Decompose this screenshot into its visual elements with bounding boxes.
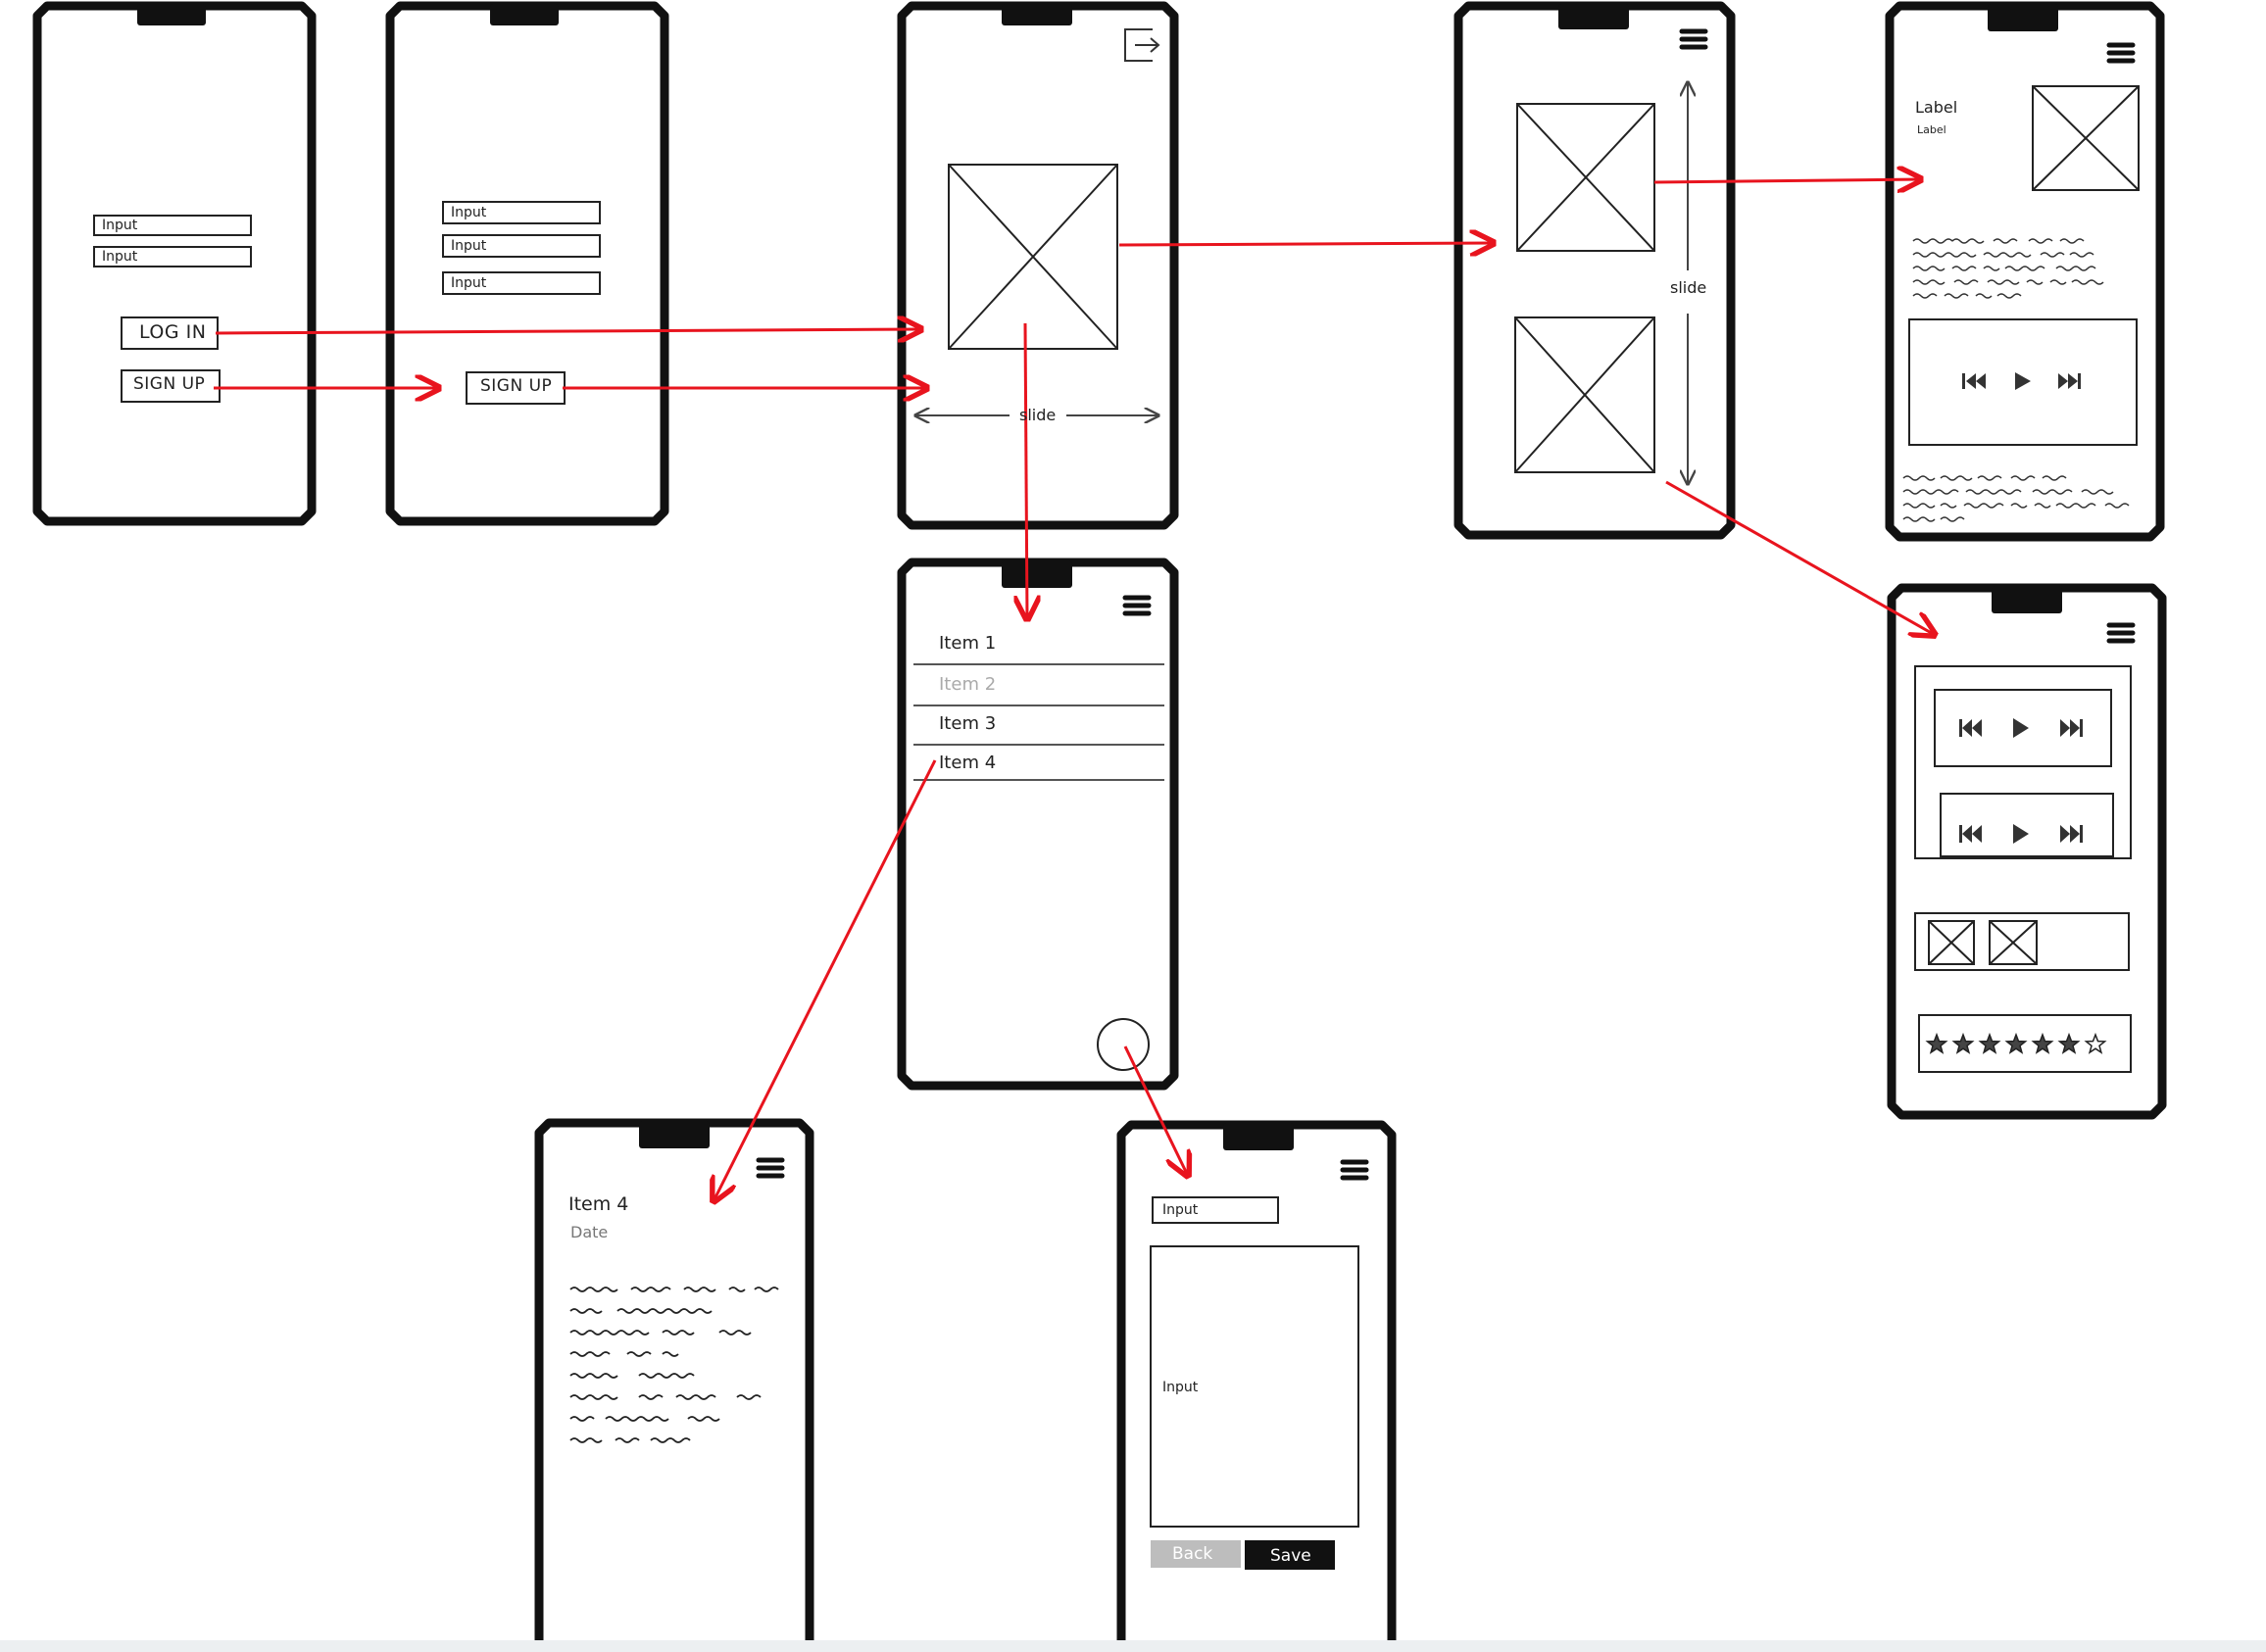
detail-label-sub: Label (1917, 123, 1946, 136)
login-button-label[interactable]: LOG IN (139, 321, 206, 343)
phone-home (897, 1, 1179, 530)
phone-login (32, 1, 317, 526)
back-button[interactable]: Back (1172, 1544, 1212, 1564)
flow-home-to-list (1025, 322, 1027, 619)
hamburger-icon (2106, 622, 2136, 644)
notch (137, 4, 206, 25)
notch (1002, 560, 1072, 588)
list-item-1[interactable]: Item 1 (939, 633, 996, 654)
notch (1988, 4, 2058, 31)
notch (490, 4, 559, 25)
flow-home-to-gallery (1118, 243, 1494, 245)
notch (1558, 4, 1629, 29)
signup-submit-label[interactable]: SIGN UP (480, 376, 552, 396)
hamburger-icon (1122, 595, 1152, 616)
save-button[interactable]: Save (1270, 1546, 1311, 1566)
notch (639, 1121, 710, 1148)
signup-button-label[interactable]: SIGN UP (133, 374, 205, 394)
signup-input-3-label[interactable]: Input (451, 275, 486, 291)
list-item-3[interactable]: Item 3 (939, 713, 996, 734)
notch (1223, 1123, 1294, 1150)
hamburger-icon (756, 1157, 785, 1179)
wireframe-canvas (32, 1, 2167, 1652)
detail-label-title: Label (1915, 98, 1958, 117)
signup-input-2-label[interactable]: Input (451, 238, 486, 254)
home-slide-label: slide (1019, 406, 1057, 424)
gallery-slide-label: slide (1670, 278, 1707, 297)
hamburger-icon (2106, 42, 2136, 64)
notch (1992, 586, 2062, 613)
list-item-2[interactable]: Item 2 (939, 674, 996, 695)
flow-login-to-home (215, 329, 921, 333)
notch (1002, 4, 1072, 25)
item-detail-date: Date (570, 1223, 609, 1241)
list-item-4[interactable]: Item 4 (939, 753, 996, 773)
edit-body-input-label[interactable]: Input (1162, 1380, 1198, 1395)
item-detail-title: Item 4 (568, 1193, 629, 1215)
window-bottom-edge (0, 1640, 2266, 1652)
hamburger-icon (1679, 28, 1708, 50)
login-input-1-label[interactable]: Input (102, 218, 137, 233)
signup-input-1-label[interactable]: Input (451, 205, 486, 220)
phone-signup (385, 1, 669, 526)
hamburger-icon (1340, 1159, 1369, 1181)
login-input-2-label[interactable]: Input (102, 249, 137, 265)
phone-gallery (1453, 1, 1736, 540)
edit-title-input-label[interactable]: Input (1162, 1202, 1198, 1218)
